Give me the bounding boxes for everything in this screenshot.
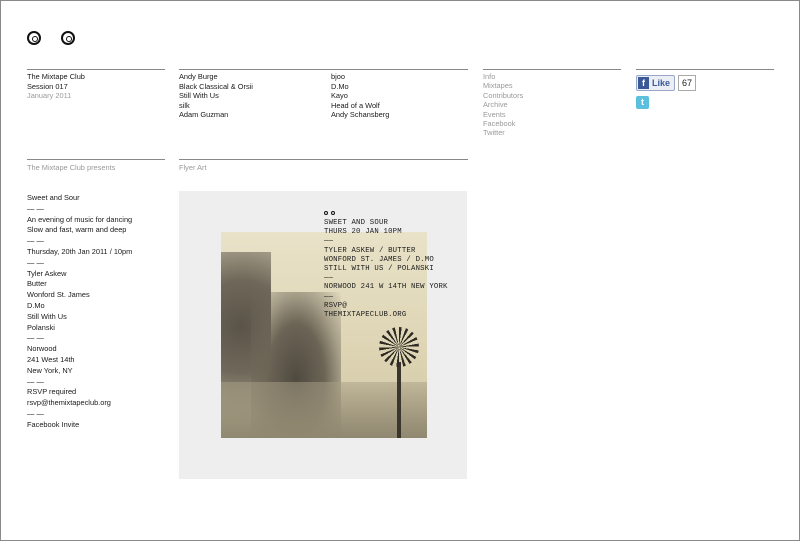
nav-facebook[interactable]: Facebook: [483, 119, 523, 128]
venue-address: 241 West 14th: [27, 354, 75, 364]
event-title: Sweet and Sour: [27, 193, 80, 202]
flyer-line: ——: [324, 292, 334, 301]
divider: [483, 69, 621, 70]
nav-twitter[interactable]: Twitter: [483, 128, 523, 137]
divider: [27, 159, 165, 160]
logo-ring-icon: [27, 31, 41, 45]
session-number: Session 017: [27, 81, 68, 91]
logo-ring-icon: [331, 211, 335, 215]
facebook-invite-link[interactable]: Facebook Invite: [27, 420, 132, 431]
separator: — —: [27, 333, 44, 343]
list-item: D.Mo: [331, 81, 349, 91]
divider: [636, 69, 774, 70]
venue-name: Norwood: [27, 344, 57, 354]
main-nav: Info Mixtapes Contributors Archive Event…: [483, 72, 523, 138]
list-item: Andy Schansberg: [331, 110, 390, 120]
nav-mixtapes[interactable]: Mixtapes: [483, 81, 523, 90]
nav-events[interactable]: Events: [483, 110, 523, 119]
flyer-line: ——: [324, 237, 334, 246]
event-details: Sweet and Sour — — An evening of music f…: [27, 193, 132, 431]
separator: — —: [27, 408, 44, 418]
list-item: Head of a Wolf: [331, 100, 380, 110]
like-count: 67: [678, 75, 697, 91]
nav-contributors[interactable]: Contributors: [483, 91, 523, 100]
flyer-line: TYLER ASKEW / BUTTER: [324, 246, 416, 255]
nav-archive[interactable]: Archive: [483, 100, 523, 109]
list-item: Still With Us: [179, 91, 219, 101]
flyer-logo: [324, 210, 448, 219]
flyer-text: SWEET AND SOUR THURS 20 JAN 10PM —— TYLE…: [324, 210, 448, 320]
divider: [27, 69, 165, 70]
list-item: Adam Guzman: [179, 110, 229, 120]
facebook-like-button[interactable]: f Like: [636, 75, 676, 91]
flyer-line: STILL WITH US / POLANSKI: [324, 264, 434, 273]
separator: — —: [27, 257, 44, 267]
lineup-item: Still With Us: [27, 311, 67, 321]
flyer-line: WONFORD ST. JAMES / D.MO: [324, 255, 434, 264]
separator: — —: [27, 376, 44, 386]
flyer-line: SWEET AND SOUR: [324, 219, 389, 227]
flyer-line: RSVP@: [324, 301, 347, 310]
event-datetime: Thursday, 20th Jan 2011 / 10pm: [27, 246, 133, 256]
twitter-icon[interactable]: t: [636, 96, 649, 109]
facebook-like-widget: f Like 67: [636, 75, 697, 91]
logo-ring-icon: [324, 211, 328, 215]
divider: [179, 159, 468, 160]
flyer-line: NORWOOD 241 W 14TH NEW YORK: [324, 283, 448, 292]
list-item: Kayo: [331, 91, 348, 101]
separator: — —: [27, 236, 44, 246]
list-item: silk: [179, 100, 190, 110]
list-item: bjoo: [331, 72, 345, 81]
nav-info[interactable]: Info: [483, 72, 523, 81]
presents-heading: The Mixtape Club presents: [27, 163, 116, 172]
club-name: The Mixtape Club: [27, 72, 85, 81]
lineup-item: Wonford St. James: [27, 290, 90, 300]
rsvp-note: RSVP required: [27, 387, 77, 397]
lineup-item: D.Mo: [27, 300, 45, 310]
separator: — —: [27, 203, 44, 213]
session-date: January 2011: [27, 91, 72, 101]
windmill-icon: [379, 327, 419, 367]
event-line: Slow and fast, warm and deep: [27, 225, 127, 235]
like-label: Like: [652, 78, 671, 88]
flyer-heading: Flyer Art: [179, 163, 207, 172]
list-item: Black Classical & Orsii: [179, 81, 253, 91]
logo-ring-icon: [61, 31, 75, 45]
artist-list-1: Andy Burge Black Classical & Orsii Still…: [179, 72, 253, 120]
flyer-line: ——: [324, 274, 334, 283]
list-item: Andy Burge: [179, 72, 218, 81]
flyer-line: THURS 20 JAN 10PM: [324, 228, 402, 237]
session-info: The Mixtape Club Session 017 January 201…: [27, 72, 85, 101]
facebook-icon: f: [638, 77, 649, 89]
rsvp-email-link[interactable]: rsvp@themixtapeclub.org: [27, 398, 132, 409]
lineup-item: Butter: [27, 279, 47, 289]
flyer-line: THEMIXTAPECLUB.ORG: [324, 310, 407, 319]
artist-list-2: bjoo D.Mo Kayo Head of a Wolf Andy Schan…: [331, 72, 389, 120]
venue-city: New York, NY: [27, 365, 73, 375]
lineup-item: Tyler Askew: [27, 268, 67, 278]
event-line: An evening of music for dancing: [27, 214, 133, 224]
lineup-item: Polanski: [27, 322, 55, 332]
divider: [179, 69, 468, 70]
windmill-tower-shape: [397, 362, 401, 438]
